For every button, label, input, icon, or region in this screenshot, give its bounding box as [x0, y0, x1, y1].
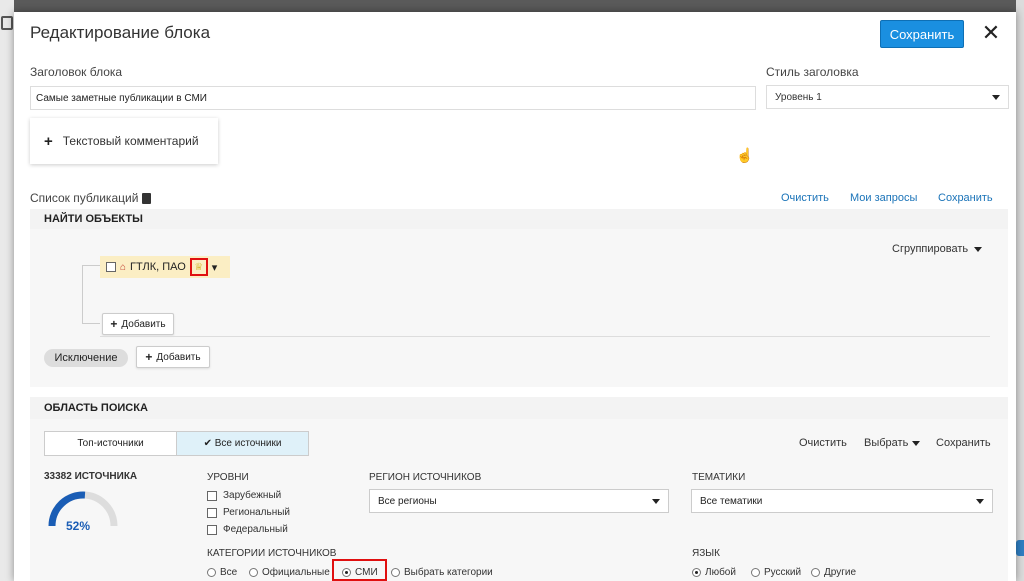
highlight-box: [332, 559, 387, 581]
language-label: Другие: [824, 567, 857, 578]
language-option[interactable]: Русский: [751, 567, 801, 578]
hand-cursor-icon: ☝: [736, 147, 754, 163]
object-checkbox[interactable]: [106, 262, 116, 272]
language-header: ЯЗЫК: [692, 548, 720, 559]
radio-button[interactable]: [391, 568, 400, 577]
category-option[interactable]: Все: [207, 567, 237, 578]
language-label: Любой: [705, 567, 736, 578]
source-tabs: Топ-источники ✔ Все источники: [44, 431, 309, 456]
tab-top-sources[interactable]: Топ-источники: [45, 432, 176, 455]
my-queries-link[interactable]: Мои запросы: [850, 192, 917, 204]
block-title-label: Заголовок блока: [30, 65, 123, 79]
category-option[interactable]: Официальные: [249, 567, 330, 578]
level-checkbox[interactable]: [207, 524, 217, 535]
radio-button[interactable]: [692, 568, 701, 577]
find-objects-header: НАЙТИ ОБЪЕКТЫ: [30, 209, 1008, 229]
close-icon[interactable]: ✕: [980, 22, 1002, 44]
region-header: РЕГИОН ИСТОЧНИКОВ: [369, 472, 482, 483]
divider: [100, 336, 990, 337]
heading-style-select[interactable]: Уровень 1: [766, 85, 1009, 109]
side-tab[interactable]: [1016, 540, 1024, 556]
category-option[interactable]: Выбрать категории: [391, 567, 493, 578]
add-text-comment-label: Текстовый комментарий: [62, 134, 199, 148]
category-label: Официальные: [262, 567, 330, 578]
search-area-header: ОБЛАСТЬ ПОИСКА: [30, 397, 1008, 419]
choose-dropdown[interactable]: Выбрать: [864, 437, 921, 449]
radio-button[interactable]: [811, 568, 820, 577]
plus-icon: +: [44, 132, 53, 150]
chevron-down-icon: [976, 498, 984, 504]
add-exclusion-label: Добавить: [156, 351, 201, 363]
house-icon: ⌂: [120, 261, 127, 273]
categories-header: КАТЕГОРИИ ИСТОЧНИКОВ: [207, 548, 337, 559]
language-option[interactable]: Другие: [811, 567, 856, 578]
add-object-button[interactable]: + Добавить: [102, 313, 174, 335]
save-button[interactable]: Сохранить: [880, 20, 964, 48]
exclusion-chip[interactable]: Исключение: [44, 349, 128, 367]
radio-button[interactable]: [249, 568, 258, 577]
group-dropdown[interactable]: Сгруппировать: [892, 243, 983, 255]
level-option[interactable]: Зарубежный: [207, 490, 281, 501]
choose-label: Выбрать: [864, 437, 909, 449]
find-objects-panel: Сгруппировать ⌂ ГТЛК, ПАО ♕ ▾ + Добавить…: [30, 229, 1008, 387]
level-checkbox[interactable]: [207, 507, 217, 518]
tree-line: [82, 265, 83, 323]
level-label: Зарубежный: [223, 490, 282, 501]
object-name: ГТЛК, ПАО: [130, 261, 186, 273]
region-value: Все регионы: [378, 495, 437, 507]
clear-area-link[interactable]: Очистить: [799, 437, 847, 449]
tree-line: [82, 323, 100, 324]
tab-all-sources[interactable]: ✔ Все источники: [176, 432, 308, 455]
crown-icon[interactable]: ♕: [189, 258, 208, 276]
level-checkbox[interactable]: [207, 490, 217, 501]
level-option[interactable]: Федеральный: [207, 524, 288, 535]
save-area-link[interactable]: Сохранить: [936, 437, 991, 449]
trash-icon[interactable]: [142, 192, 152, 204]
level-label: Региональный: [223, 507, 291, 518]
group-label: Сгруппировать: [892, 243, 969, 255]
chevron-down-icon: [974, 246, 983, 252]
level-option[interactable]: Региональный: [207, 507, 290, 518]
chevron-down-icon: [992, 94, 1000, 100]
region-select[interactable]: Все регионы: [369, 489, 669, 513]
plus-icon: +: [145, 350, 153, 364]
language-label: Русский: [764, 567, 802, 578]
block-title-value: Самые заметные публикации в СМИ: [36, 92, 207, 104]
radio-button[interactable]: [207, 568, 216, 577]
clear-link[interactable]: Очистить: [781, 192, 829, 204]
background-app-edge: [1016, 0, 1024, 581]
object-chip[interactable]: ⌂ ГТЛК, ПАО ♕ ▾: [100, 256, 230, 278]
chevron-down-icon[interactable]: ▾: [212, 261, 218, 274]
plus-icon: +: [110, 317, 118, 331]
chevron-down-icon: [652, 498, 660, 504]
publications-list-label: Список публикаций: [30, 191, 152, 205]
add-text-comment-button[interactable]: + Текстовый комментарий: [30, 118, 218, 164]
language-option[interactable]: Любой: [692, 567, 736, 578]
chevron-down-icon: [912, 440, 921, 446]
level-label: Федеральный: [223, 524, 288, 535]
tree-line: [82, 265, 100, 266]
topics-select[interactable]: Все тематики: [691, 489, 993, 513]
save-list-link[interactable]: Сохранить: [938, 192, 993, 204]
background-app-sidebar: [0, 0, 14, 581]
category-label: Выбрать категории: [404, 567, 493, 578]
source-count: 33382 ИСТОЧНИКА: [44, 471, 138, 482]
heading-style-value: Уровень 1: [775, 91, 822, 103]
block-title-input[interactable]: Самые заметные публикации в СМИ: [30, 86, 756, 110]
heading-style-label: Стиль заголовка: [766, 65, 859, 79]
document-icon: [1, 16, 13, 30]
publications-list-text: Список публикаций: [30, 191, 139, 205]
edit-block-modal: Редактирование блока Сохранить ✕ Заголов…: [14, 12, 1016, 581]
topics-header: ТЕМАТИКИ: [692, 472, 746, 483]
add-object-label: Добавить: [121, 318, 166, 330]
topics-value: Все тематики: [700, 495, 763, 507]
radio-button[interactable]: [751, 568, 760, 577]
gauge-percent: 52%: [66, 519, 91, 533]
modal-title: Редактирование блока: [30, 23, 211, 42]
levels-header: УРОВНИ: [207, 472, 249, 483]
category-label: Все: [220, 567, 238, 578]
add-exclusion-button[interactable]: + Добавить: [136, 346, 210, 368]
